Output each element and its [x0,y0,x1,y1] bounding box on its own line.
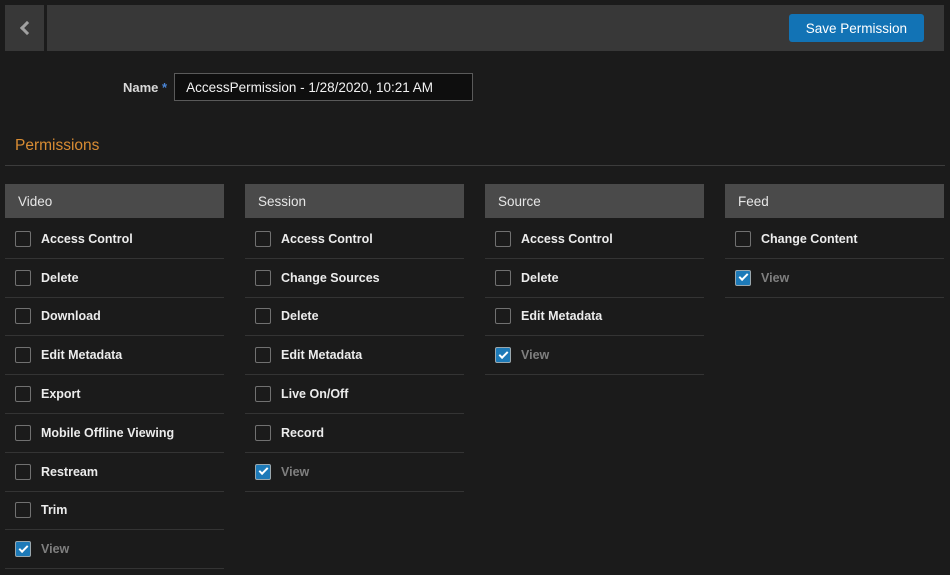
checkbox[interactable] [15,541,31,557]
checkbox[interactable] [735,231,751,247]
permission-label: Edit Metadata [521,309,602,323]
name-label-text: Name [123,80,158,95]
checkbox[interactable] [255,270,271,286]
checkbox[interactable] [495,308,511,324]
permission-label: Access Control [41,232,133,246]
permission-row[interactable]: Mobile Offline Viewing [5,414,224,453]
check-icon [738,271,748,281]
check-icon [18,543,28,553]
checkbox[interactable] [15,464,31,480]
permission-row[interactable]: Access Control [485,220,704,259]
permission-row[interactable]: View [725,259,944,298]
permission-label: View [521,348,549,362]
permission-column: Source Access Control Delete Edit Metada… [485,184,704,375]
permission-label: Delete [521,271,559,285]
permission-row[interactable]: Change Content [725,220,944,259]
permission-label: View [281,465,309,479]
top-toolbar: Save Permission [5,5,944,51]
permission-label: Delete [281,309,319,323]
permission-column: Video Access Control Delete Download Edi… [5,184,224,569]
permission-label: Access Control [521,232,613,246]
permission-column-header: Feed [725,184,944,218]
back-button[interactable] [5,5,47,51]
permission-row[interactable]: Delete [5,259,224,298]
check-icon [258,465,268,475]
permissions-section-title: Permissions [15,137,950,155]
checkbox[interactable] [15,231,31,247]
permission-label: Mobile Offline Viewing [41,426,174,440]
chevron-left-icon [19,21,33,35]
permission-row[interactable]: Trim [5,492,224,531]
permission-label: Record [281,426,324,440]
permission-row[interactable]: View [5,530,224,569]
checkbox[interactable] [15,308,31,324]
permission-rows: Access Control Delete Edit Metadata View [485,220,704,375]
checkbox[interactable] [15,347,31,363]
permission-row[interactable]: Delete [485,259,704,298]
permission-column: Session Access Control Change Sources De… [245,184,464,492]
permission-label: View [41,542,69,556]
permission-column-header: Source [485,184,704,218]
name-field-row: Name * [123,73,950,101]
checkbox[interactable] [495,270,511,286]
permission-label: View [761,271,789,285]
permission-label: Trim [41,503,67,517]
permission-row[interactable]: Export [5,375,224,414]
permission-row[interactable]: Record [245,414,464,453]
required-asterisk: * [162,80,167,95]
name-label: Name * [123,80,167,95]
permission-row[interactable]: Edit Metadata [245,336,464,375]
checkbox[interactable] [255,308,271,324]
save-permission-button[interactable]: Save Permission [789,14,924,42]
permission-row[interactable]: View [485,336,704,375]
checkbox[interactable] [495,347,511,363]
permission-row[interactable]: Restream [5,453,224,492]
permission-row[interactable]: Live On/Off [245,375,464,414]
permission-label: Delete [41,271,79,285]
name-input[interactable] [174,73,473,101]
permission-row[interactable]: Download [5,298,224,337]
section-divider [5,165,945,166]
permission-rows: Access Control Delete Download Edit Meta… [5,220,224,569]
permission-row[interactable]: Access Control [245,220,464,259]
permission-row[interactable]: Edit Metadata [485,298,704,337]
checkbox[interactable] [255,464,271,480]
check-icon [498,349,508,359]
permission-label: Restream [41,465,98,479]
permissions-grid: Video Access Control Delete Download Edi… [5,184,944,569]
permission-label: Change Content [761,232,858,246]
permission-label: Change Sources [281,271,380,285]
permission-label: Export [41,387,81,401]
checkbox[interactable] [255,425,271,441]
permission-label: Edit Metadata [41,348,122,362]
checkbox[interactable] [15,425,31,441]
permission-rows: Access Control Change Sources Delete Edi… [245,220,464,492]
permission-label: Download [41,309,101,323]
permission-label: Live On/Off [281,387,348,401]
permission-row[interactable]: View [245,453,464,492]
checkbox[interactable] [495,231,511,247]
checkbox[interactable] [255,347,271,363]
permission-label: Access Control [281,232,373,246]
permission-row[interactable]: Edit Metadata [5,336,224,375]
checkbox[interactable] [255,386,271,402]
checkbox[interactable] [735,270,751,286]
permission-row[interactable]: Change Sources [245,259,464,298]
checkbox[interactable] [15,270,31,286]
checkbox[interactable] [15,502,31,518]
permission-column-header: Session [245,184,464,218]
permission-row[interactable]: Access Control [5,220,224,259]
permission-rows: Change Content View [725,220,944,298]
permission-column-header: Video [5,184,224,218]
permission-row[interactable]: Delete [245,298,464,337]
checkbox[interactable] [15,386,31,402]
checkbox[interactable] [255,231,271,247]
permission-column: Feed Change Content View [725,184,944,298]
permission-label: Edit Metadata [281,348,362,362]
